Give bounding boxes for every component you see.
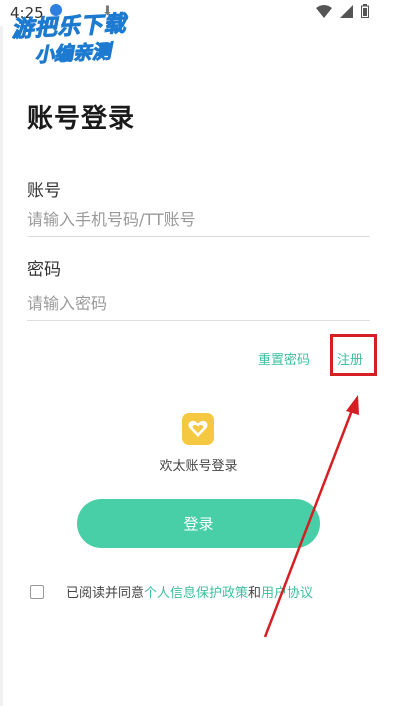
status-icons <box>316 4 369 18</box>
annotation-highlight-box <box>330 334 377 376</box>
password-input[interactable] <box>27 286 370 321</box>
account-input[interactable] <box>27 202 370 237</box>
reset-password-link[interactable]: 重置密码 <box>258 349 310 368</box>
heytap-login-label: 欢太账号登录 <box>159 459 238 474</box>
battery-icon <box>361 4 369 18</box>
account-label: 账号 <box>27 181 61 201</box>
left-edge-shadow <box>0 26 3 706</box>
privacy-policy-link[interactable]: 个人信息保护政策 <box>144 582 248 601</box>
heytap-login-button[interactable] <box>182 413 214 445</box>
heart-icon <box>188 420 208 437</box>
agreement-conj: 和 <box>248 586 262 601</box>
agreement-row: 已阅读并同意 个人信息保护政策 和 用户协议 <box>30 582 313 601</box>
wifi-icon <box>316 4 332 18</box>
login-button[interactable]: 登录 <box>77 499 320 548</box>
agreement-checkbox[interactable] <box>30 584 44 599</box>
watermark-line-2: 小编亲测 <box>34 40 112 67</box>
signal-icon <box>340 4 353 18</box>
user-agreement-link[interactable]: 用户协议 <box>261 582 313 601</box>
page-title: 账号登录 <box>27 104 136 134</box>
watermark: 游把乐下载 小编亲测 <box>10 4 159 69</box>
password-label: 密码 <box>27 260 61 280</box>
agreement-prefix: 已阅读并同意 <box>66 586 145 601</box>
